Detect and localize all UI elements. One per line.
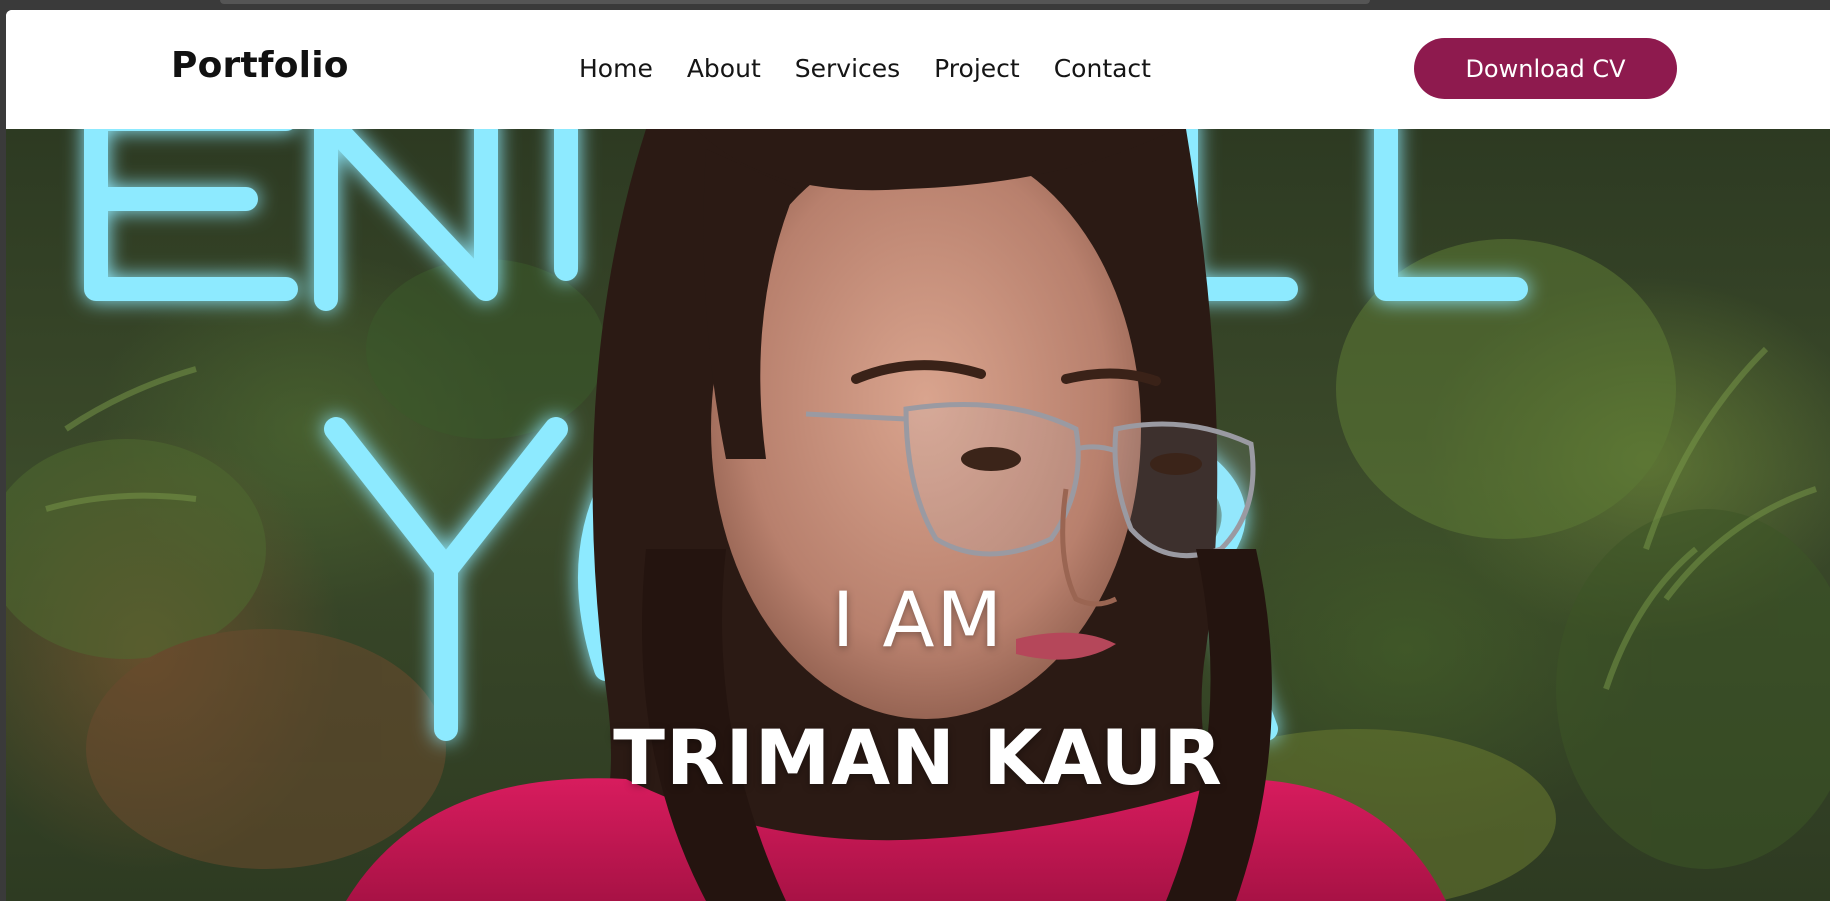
nav-link-services[interactable]: Services — [795, 54, 900, 83]
nav-link-project[interactable]: Project — [934, 54, 1020, 83]
nav-link-home[interactable]: Home — [579, 54, 653, 83]
download-cv-button[interactable]: Download CV — [1414, 38, 1677, 99]
browser-viewport: Portfolio Home About Services Project Co… — [6, 10, 1830, 901]
navbar: Portfolio Home About Services Project Co… — [6, 10, 1830, 129]
hero-name-heading: TRIMAN KAUR — [613, 713, 1223, 802]
main-nav: Home About Services Project Contact — [579, 54, 1151, 83]
window-top-strip — [220, 0, 1370, 4]
hero-intro-text: I AM — [831, 575, 1005, 664]
nav-link-about[interactable]: About — [687, 54, 761, 83]
brand-logo[interactable]: Portfolio — [171, 45, 349, 86]
hero-section: I AM TRIMAN KAUR — [6, 129, 1830, 901]
nav-link-contact[interactable]: Contact — [1054, 54, 1151, 83]
